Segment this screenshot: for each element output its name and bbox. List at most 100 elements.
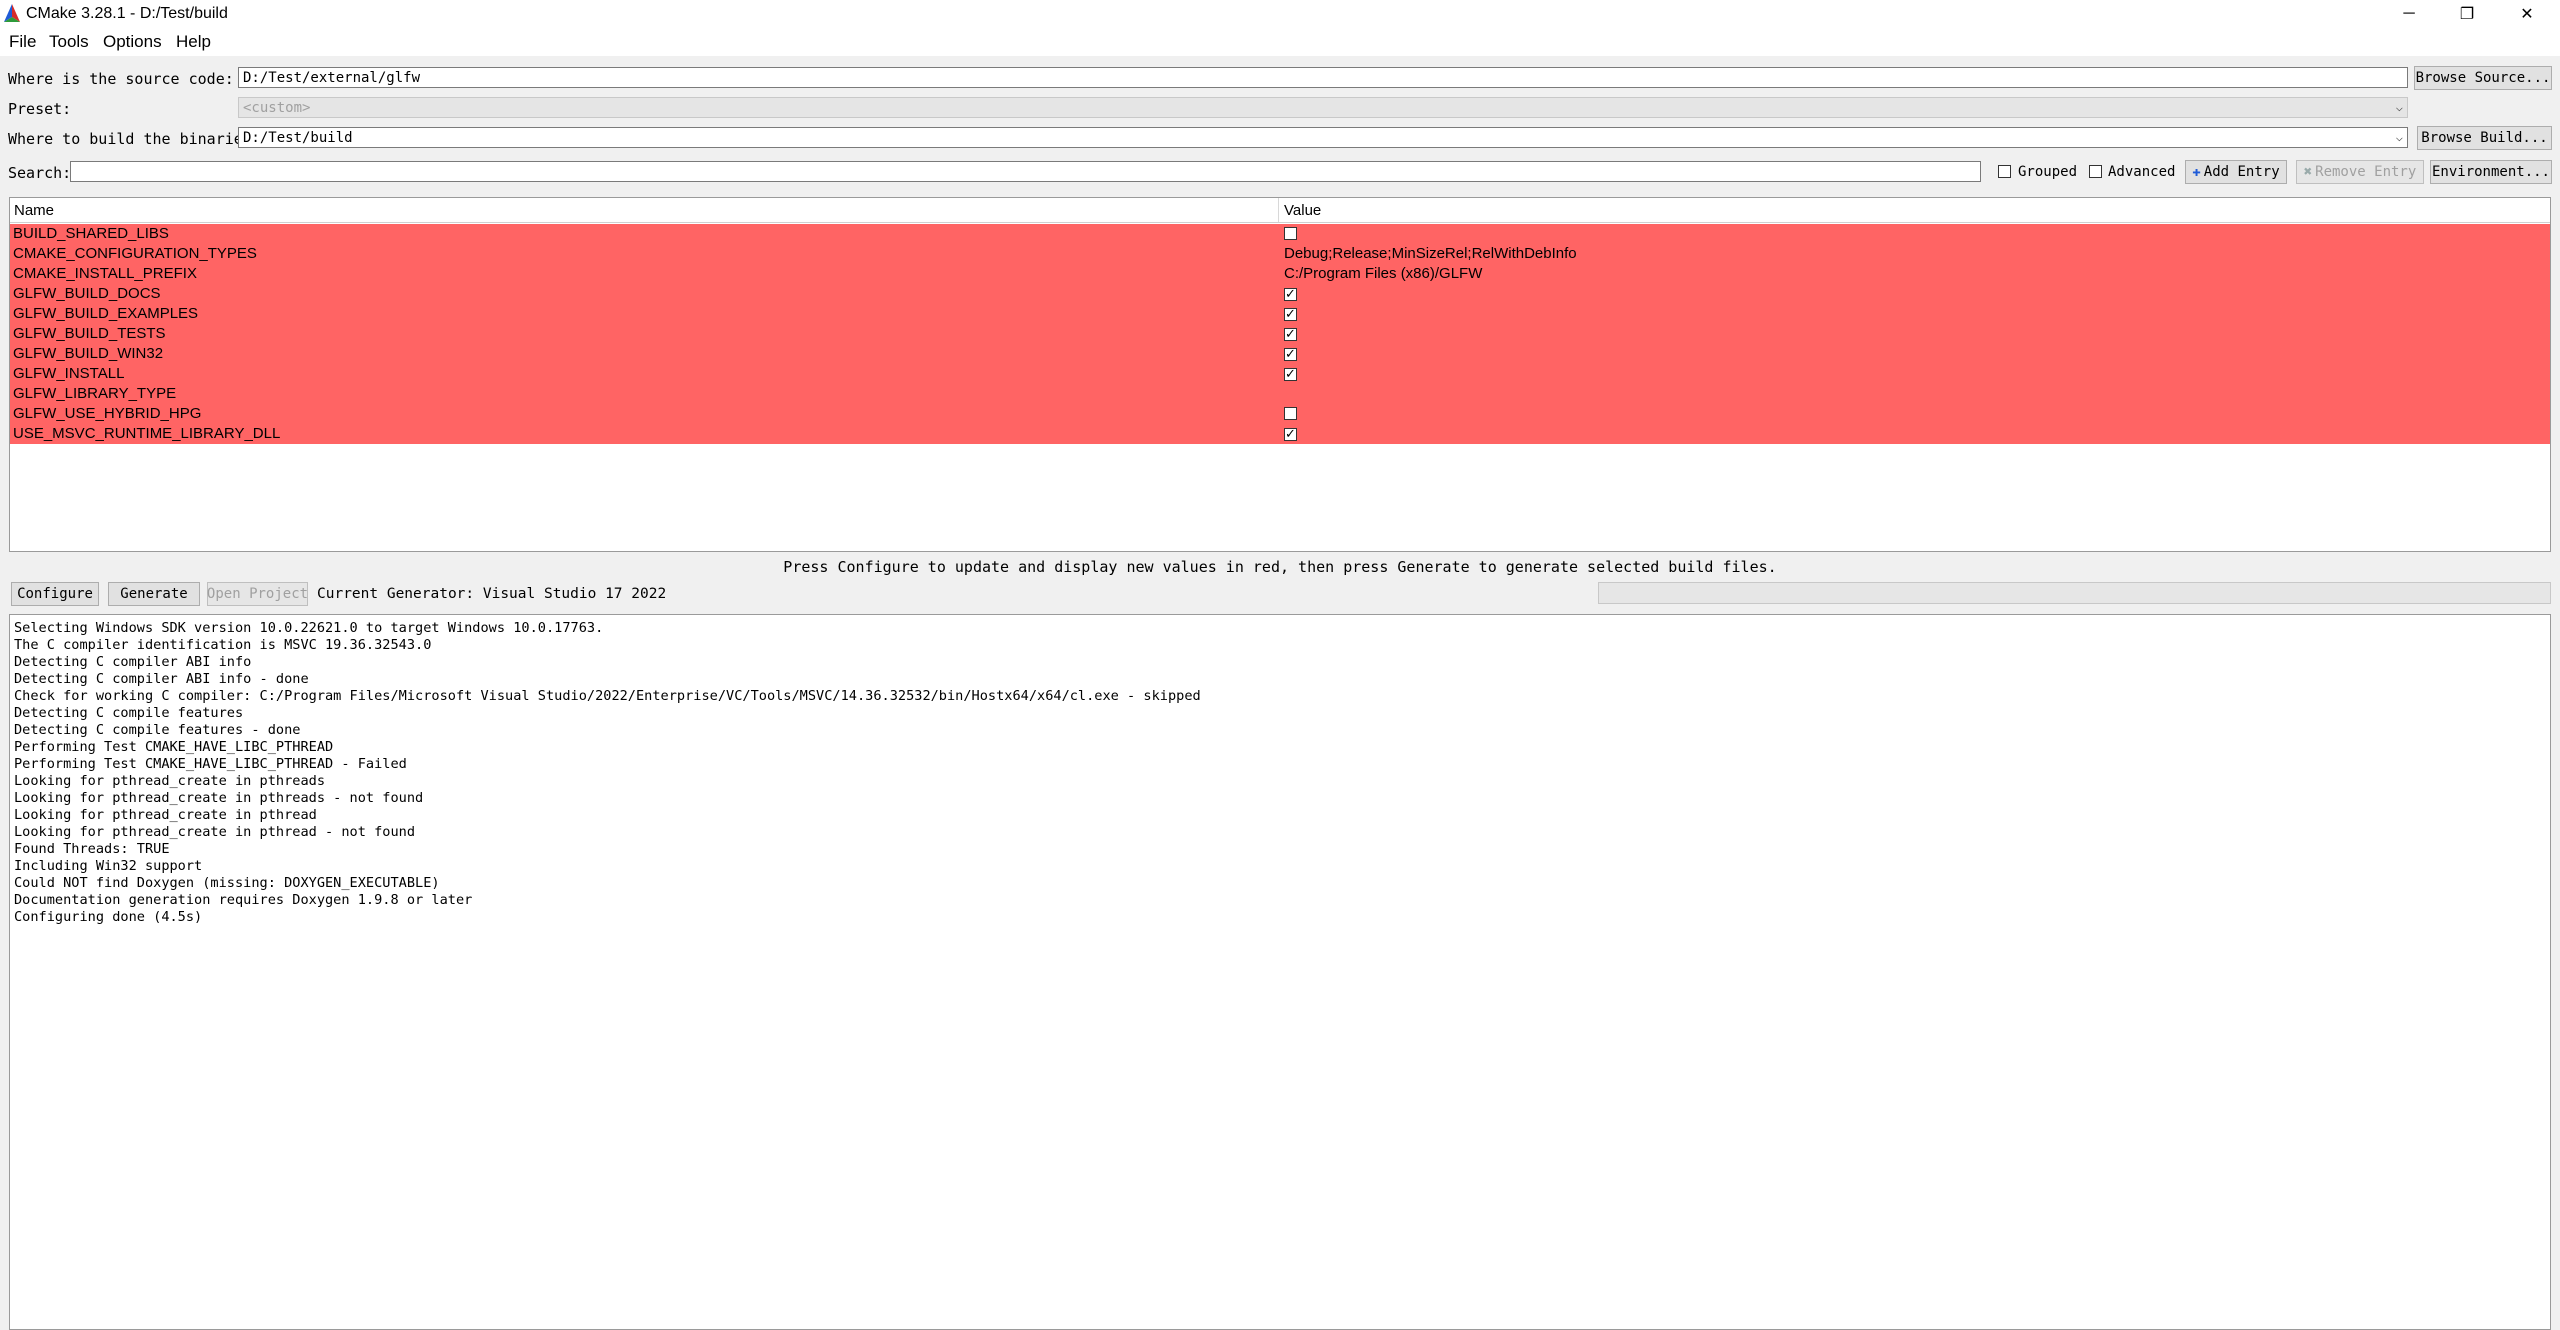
table-row[interactable]: GLFW_USE_HYBRID_HPG xyxy=(10,404,2550,424)
status-hint: Press Configure to update and display ne… xyxy=(783,558,1777,576)
preset-value: <custom> xyxy=(243,100,311,116)
title-bar: CMake 3.28.1 - D:/Test/build ─ ❐ ✕ xyxy=(0,0,2560,28)
cache-entry-name: CMAKE_INSTALL_PREFIX xyxy=(13,265,197,282)
cache-entry-value[interactable] xyxy=(1284,325,1297,342)
add-entry-label: Add Entry xyxy=(2203,164,2280,180)
log-line: Detecting C compile features - done xyxy=(14,722,301,738)
cache-entry-value[interactable] xyxy=(1284,365,1297,382)
close-button[interactable]: ✕ xyxy=(2498,0,2556,28)
minimize-icon: ─ xyxy=(2403,5,2415,22)
browse-source-button[interactable]: Browse Source... xyxy=(2414,66,2552,90)
menu-tools[interactable]: Tools xyxy=(45,32,93,52)
grouped-label: Grouped xyxy=(2018,164,2078,180)
cache-entry-checkbox[interactable] xyxy=(1284,407,1297,420)
table-header: Name Value xyxy=(10,198,2550,223)
menu-bar: File Tools Options Help xyxy=(0,28,2560,56)
cmake-logo-icon xyxy=(4,4,20,22)
restore-button[interactable]: ❐ xyxy=(2438,0,2496,28)
log-line: Looking for pthread_create in pthread - … xyxy=(14,824,416,840)
cache-entry-name: GLFW_LIBRARY_TYPE xyxy=(13,385,177,402)
window-title: CMake 3.28.1 - D:/Test/build xyxy=(26,5,228,22)
log-line: Found Threads: TRUE xyxy=(14,841,170,857)
cache-entry-checkbox[interactable] xyxy=(1284,368,1297,381)
table-row[interactable]: GLFW_INSTALL xyxy=(10,364,2550,384)
preset-dropdown: <custom> ⌵ xyxy=(238,97,2408,118)
menu-options[interactable]: Options xyxy=(99,32,166,52)
table-row[interactable]: GLFW_LIBRARY_TYPE xyxy=(10,384,2550,404)
log-line: Looking for pthread_create in pthread xyxy=(14,807,317,823)
cache-entry-name: GLFW_INSTALL xyxy=(13,365,125,382)
output-log[interactable]: Selecting Windows SDK version 10.0.22621… xyxy=(9,614,2551,1330)
table-row[interactable]: GLFW_BUILD_DOCS xyxy=(10,284,2550,304)
cache-entry-value[interactable] xyxy=(1284,405,1297,424)
column-header-value[interactable]: Value xyxy=(1284,202,1321,219)
cache-table: Name Value BUILD_SHARED_LIBS CMAKE_CONFIG… xyxy=(9,197,2551,552)
cache-entry-checkbox[interactable] xyxy=(1284,348,1297,361)
log-line: Looking for pthread_create in pthreads xyxy=(14,773,325,789)
table-row[interactable]: USE_MSVC_RUNTIME_LIBRARY_DLL xyxy=(10,424,2550,444)
chevron-down-icon: ⌵ xyxy=(2395,100,2403,114)
current-generator-label: Current Generator: Visual Studio 17 2022 xyxy=(317,586,667,602)
cache-entry-value[interactable] xyxy=(1284,425,1297,442)
table-row[interactable]: CMAKE_INSTALL_PREFIX C:/Program Files (x8… xyxy=(10,264,2550,284)
plus-icon: ✚ xyxy=(2192,164,2201,180)
cache-entry-value[interactable] xyxy=(1284,285,1297,302)
binaries-label: Where to build the binaries: xyxy=(8,130,261,148)
cache-entry-value[interactable] xyxy=(1284,305,1297,322)
table-row[interactable]: BUILD_SHARED_LIBS xyxy=(10,224,2550,244)
table-row[interactable]: GLFW_BUILD_EXAMPLES xyxy=(10,304,2550,324)
environment-button[interactable]: Environment... xyxy=(2430,160,2552,184)
log-line: Performing Test CMAKE_HAVE_LIBC_PTHREAD … xyxy=(14,756,407,772)
cache-entry-value[interactable] xyxy=(1284,225,1297,244)
cache-entry-checkbox[interactable] xyxy=(1284,328,1297,341)
remove-entry-button[interactable]: ✖ Remove Entry xyxy=(2296,160,2424,184)
cache-entry-value[interactable]: C:/Program Files (x86)/GLFW xyxy=(1284,265,1482,282)
browse-build-button[interactable]: Browse Build... xyxy=(2417,126,2552,150)
log-line: Including Win32 support xyxy=(14,858,203,874)
log-line: Performing Test CMAKE_HAVE_LIBC_PTHREAD xyxy=(14,739,334,755)
table-row[interactable]: CMAKE_CONFIGURATION_TYPES Debug;Release;M… xyxy=(10,244,2550,264)
minimize-button[interactable]: ─ xyxy=(2380,0,2438,28)
log-line: The C compiler identification is MSVC 19… xyxy=(14,637,432,653)
cache-entry-name: CMAKE_CONFIGURATION_TYPES xyxy=(13,245,257,262)
table-row[interactable]: GLFW_BUILD_TESTS xyxy=(10,324,2550,344)
grouped-checkbox[interactable] xyxy=(1998,165,2011,178)
menu-help[interactable]: Help xyxy=(172,32,215,52)
cache-entry-name: GLFW_BUILD_WIN32 xyxy=(13,345,164,362)
cache-entry-value[interactable]: Debug;Release;MinSizeRel;RelWithDebInfo xyxy=(1284,245,1577,262)
log-line: Detecting C compiler ABI info xyxy=(14,654,252,670)
minus-icon: ✖ xyxy=(2303,164,2313,180)
cache-entry-name: USE_MSVC_RUNTIME_LIBRARY_DLL xyxy=(13,425,281,442)
add-entry-button[interactable]: ✚ Add Entry xyxy=(2185,160,2287,184)
restore-icon: ❐ xyxy=(2459,6,2475,23)
binaries-value: D:/Test/build xyxy=(243,130,353,146)
search-input[interactable] xyxy=(70,161,1981,182)
log-line: Could NOT find Doxygen (missing: DOXYGEN… xyxy=(14,875,440,891)
cache-entry-name: BUILD_SHARED_LIBS xyxy=(13,225,169,242)
open-project-button[interactable]: Open Project xyxy=(207,582,308,606)
table-row[interactable]: GLFW_BUILD_WIN32 xyxy=(10,344,2550,364)
column-divider[interactable] xyxy=(1278,198,1279,222)
generate-button[interactable]: Generate xyxy=(108,582,200,606)
cache-entry-name: GLFW_BUILD_EXAMPLES xyxy=(13,305,199,322)
log-line: Check for working C compiler: C:/Program… xyxy=(14,688,1201,704)
search-label: Search: xyxy=(8,164,72,182)
menu-file[interactable]: File xyxy=(5,32,40,52)
log-line: Documentation generation requires Doxyge… xyxy=(14,892,473,908)
log-line: Detecting C compile features xyxy=(14,705,244,721)
cache-entry-name: GLFW_USE_HYBRID_HPG xyxy=(13,405,202,422)
cache-entry-checkbox[interactable] xyxy=(1284,227,1297,240)
chevron-down-icon[interactable]: ⌵ xyxy=(2396,130,2403,144)
source-label: Where is the source code: xyxy=(8,70,234,88)
cache-entry-checkbox[interactable] xyxy=(1284,308,1297,321)
binaries-path-field[interactable]: D:/Test/build ⌵ xyxy=(238,127,2408,148)
cache-entry-checkbox[interactable] xyxy=(1284,428,1297,441)
advanced-label: Advanced xyxy=(2108,164,2176,180)
cache-entry-value[interactable] xyxy=(1284,345,1297,362)
log-line: Configuring done (4.5s) xyxy=(14,909,203,925)
source-path-field[interactable]: D:/Test/external/glfw xyxy=(238,67,2408,88)
cache-entry-checkbox[interactable] xyxy=(1284,288,1297,301)
configure-button[interactable]: Configure xyxy=(11,582,99,606)
column-header-name[interactable]: Name xyxy=(14,202,54,219)
advanced-checkbox[interactable] xyxy=(2089,165,2102,178)
